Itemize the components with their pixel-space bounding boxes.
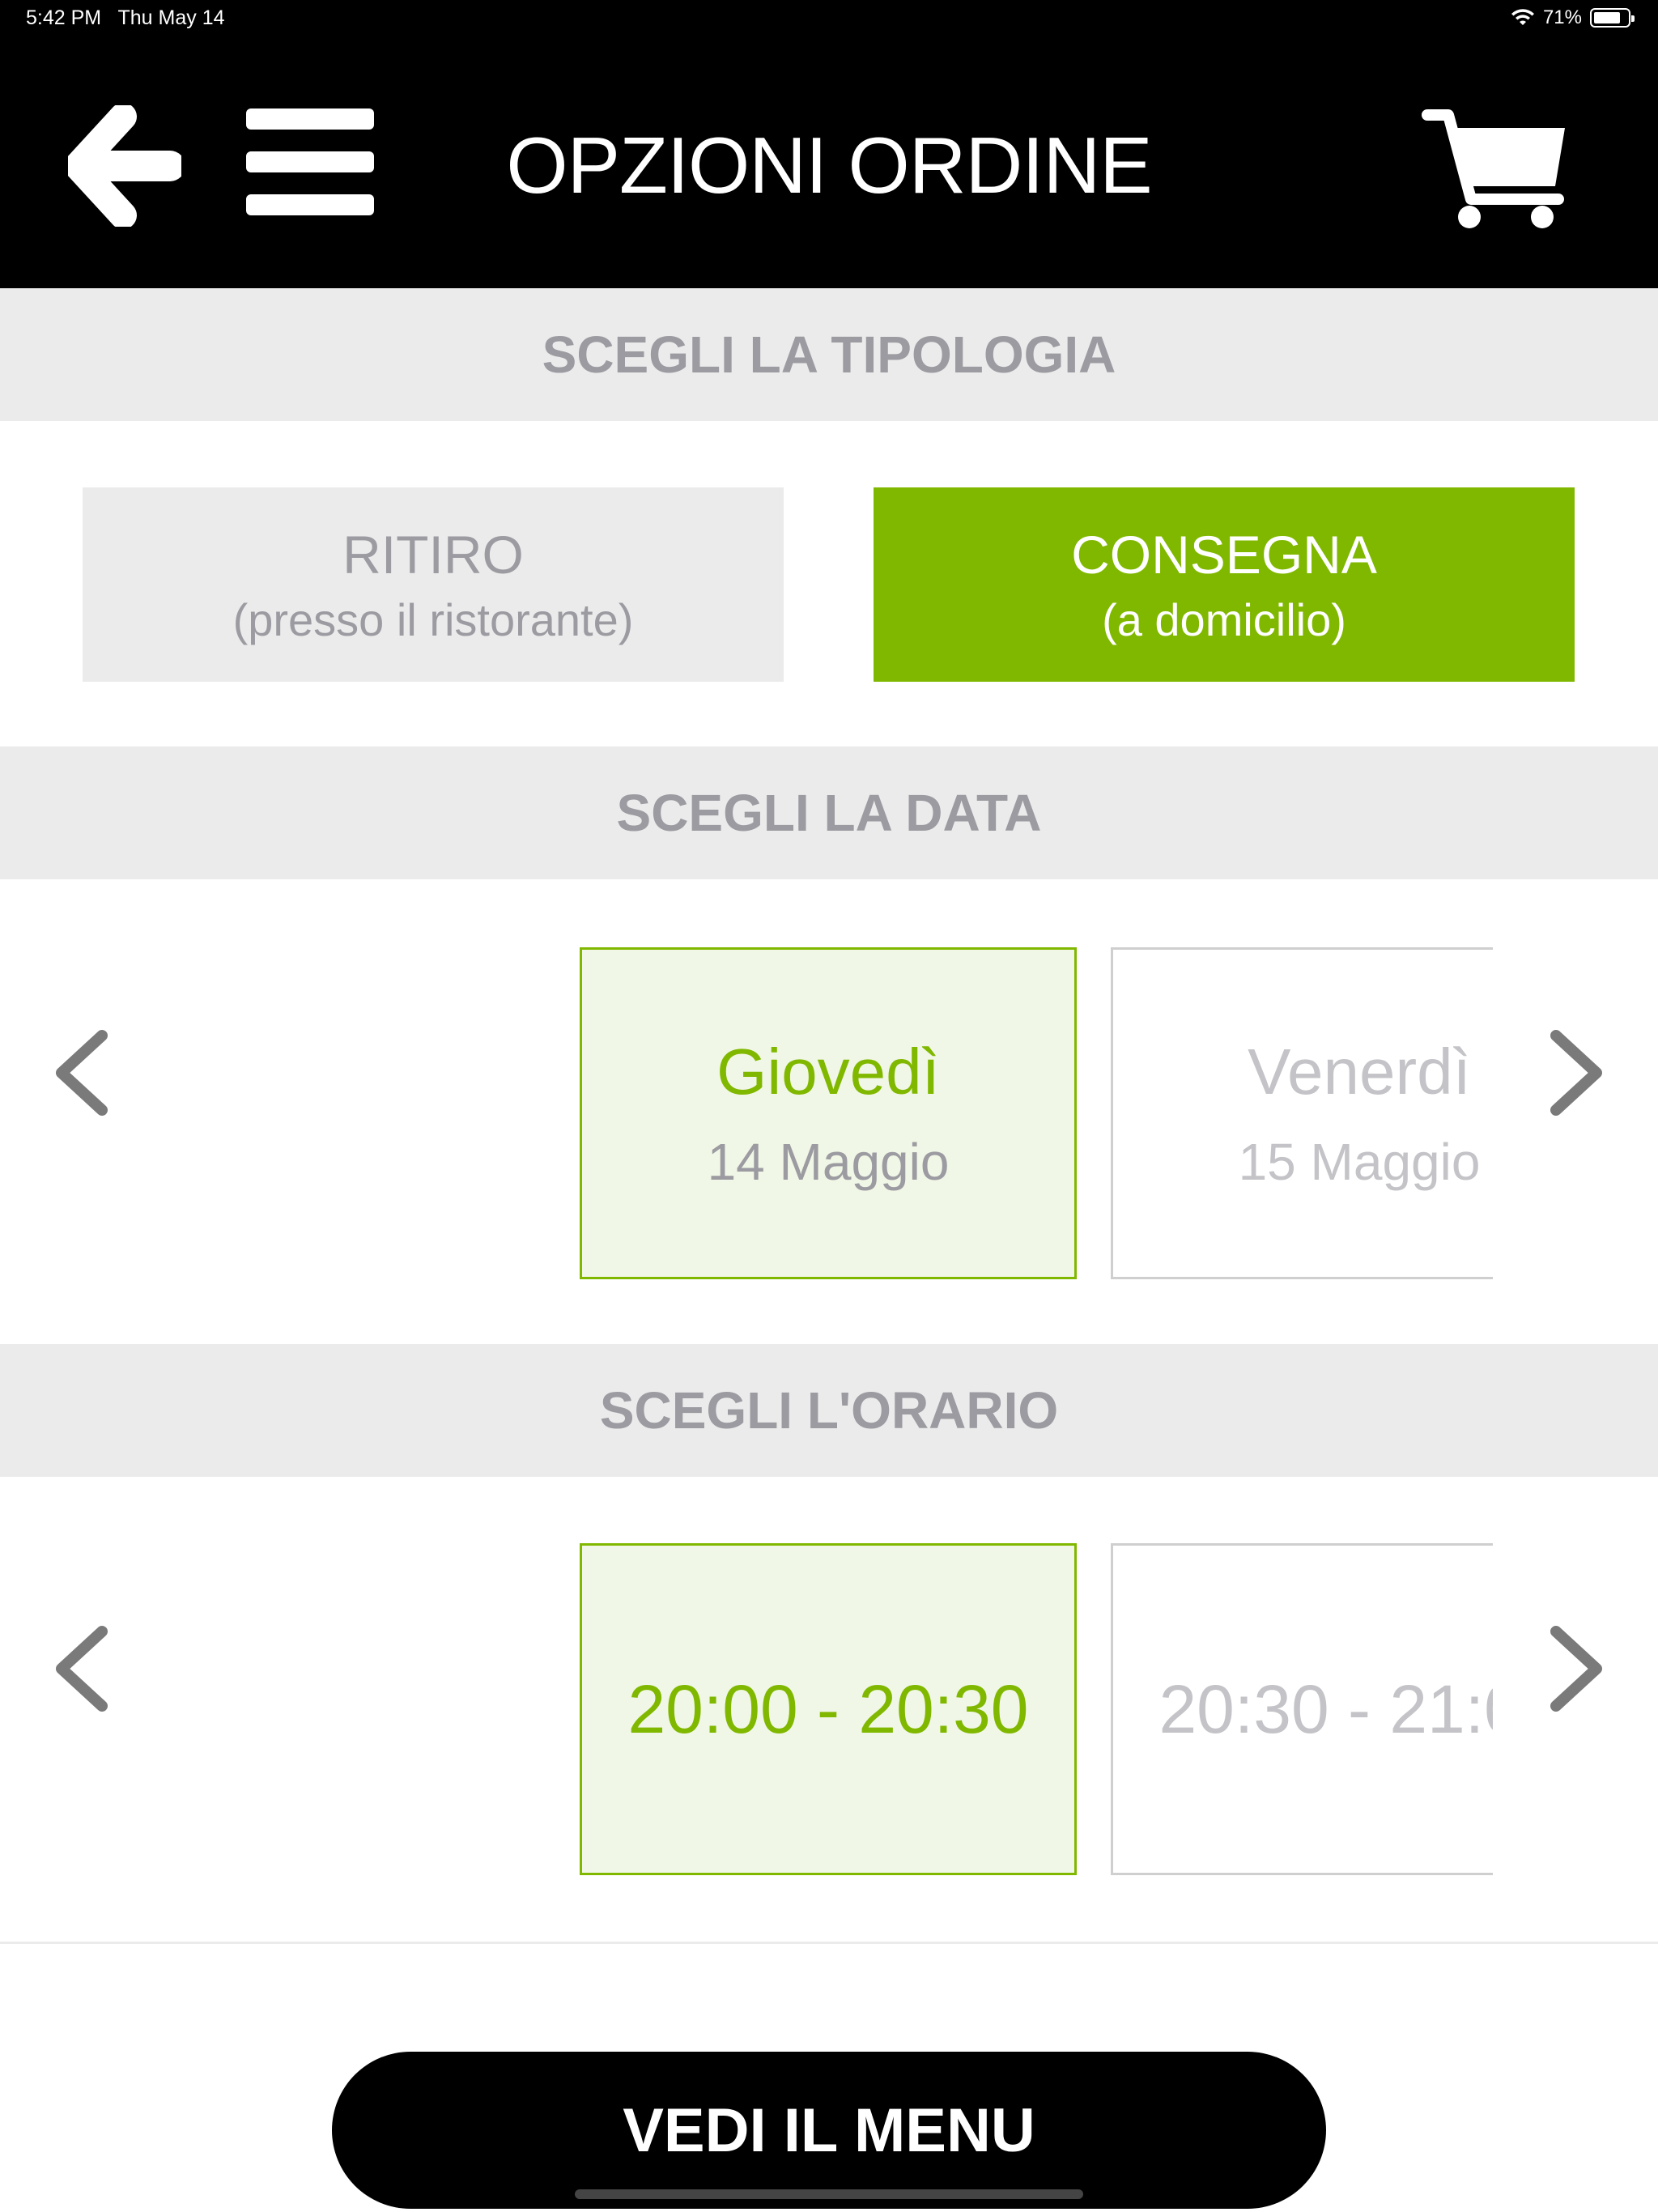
section-type-header: SCEGLI LA TIPOLOGIA [0, 288, 1658, 421]
time-next-button[interactable] [1540, 1620, 1613, 1717]
view-menu-button[interactable]: VEDI IL MENU [332, 2052, 1326, 2209]
time-slot-selected[interactable]: 20:00 - 20:30 [580, 1543, 1077, 1875]
home-indicator [575, 2189, 1083, 2199]
battery-percent: 71% [1542, 6, 1582, 28]
chevron-left-icon [56, 1030, 108, 1116]
time-viewport: 20:00 - 20:30 20:30 - 21:00 [580, 1543, 1493, 1875]
delivery-label: CONSEGNA [1071, 524, 1377, 585]
section-date-header: SCEGLI LA DATA [0, 747, 1658, 879]
chevron-right-icon [1550, 1626, 1602, 1712]
page-title: OPZIONI ORDINE [506, 121, 1152, 210]
date-day: Giovedì [716, 1036, 940, 1108]
pickup-button[interactable]: RITIRO (presso il ristorante) [83, 487, 784, 682]
time-slot[interactable]: 20:30 - 21:00 [1111, 1543, 1493, 1875]
pickup-sublabel: (presso il ristorante) [232, 593, 634, 645]
section-time-header: SCEGLI L'ORARIO [0, 1344, 1658, 1477]
chevron-right-icon [1550, 1030, 1602, 1116]
date-next-button[interactable] [1540, 1024, 1613, 1121]
time-slot-label: 20:00 - 20:30 [627, 1670, 1029, 1747]
pickup-label: RITIRO [342, 524, 524, 585]
status-indicators: 71% [1511, 6, 1635, 29]
date-day: Venerdì [1248, 1036, 1471, 1108]
date-card[interactable]: Venerdì 15 Maggio [1111, 947, 1493, 1279]
time-slot-label: 20:30 - 21:00 [1158, 1670, 1493, 1747]
delivery-sublabel: (a domicilio) [1102, 593, 1346, 645]
chevron-left-icon [56, 1626, 108, 1712]
status-time: 5:42 PM Thu May 14 [26, 6, 225, 30]
divider [0, 1942, 1658, 1944]
section-date-title: SCEGLI LA DATA [616, 784, 1042, 842]
status-date-text: Thu May 14 [117, 6, 225, 29]
battery-icon [1590, 8, 1635, 28]
section-time-title: SCEGLI L'ORARIO [599, 1381, 1059, 1440]
date-carousel: Giovedì 14 Maggio Venerdì 15 Maggio [0, 947, 1658, 1279]
time-carousel: 20:00 - 20:30 20:30 - 21:00 [0, 1543, 1658, 1875]
date-prev-button[interactable] [45, 1024, 118, 1121]
time-prev-button[interactable] [45, 1620, 118, 1717]
date-date: 14 Maggio [707, 1133, 950, 1191]
status-time-text: 5:42 PM [26, 6, 102, 29]
header-bar: 5:42 PM Thu May 14 71% OPZIONI ORDINE [0, 0, 1658, 288]
date-viewport: Giovedì 14 Maggio Venerdì 15 Maggio [580, 947, 1493, 1279]
date-date: 15 Maggio [1238, 1133, 1481, 1191]
cart-button[interactable] [1421, 104, 1571, 233]
wifi-icon [1511, 9, 1534, 25]
view-menu-label: VEDI IL MENU [623, 2095, 1035, 2165]
date-card-selected[interactable]: Giovedì 14 Maggio [580, 947, 1077, 1279]
section-type-title: SCEGLI LA TIPOLOGIA [542, 325, 1116, 384]
cart-icon [1422, 109, 1565, 228]
delivery-button[interactable]: CONSEGNA (a domicilio) [874, 487, 1575, 682]
